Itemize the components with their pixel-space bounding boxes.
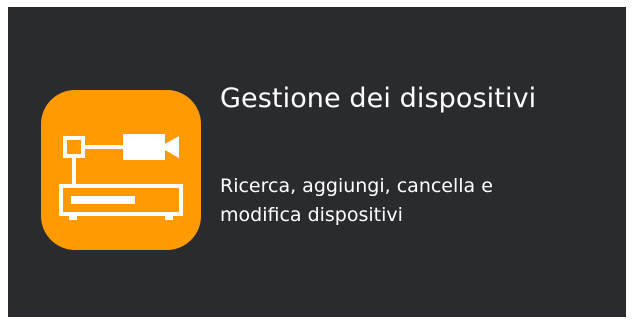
device-management-icon: [41, 90, 201, 250]
device-management-card[interactable]: Gestione dei dispositivi Ricerca, aggiun…: [8, 7, 626, 317]
card-title: Gestione dei dispositivi: [220, 83, 537, 114]
card-description: Ricerca, aggiungi, cancella e modifica d…: [220, 175, 493, 226]
